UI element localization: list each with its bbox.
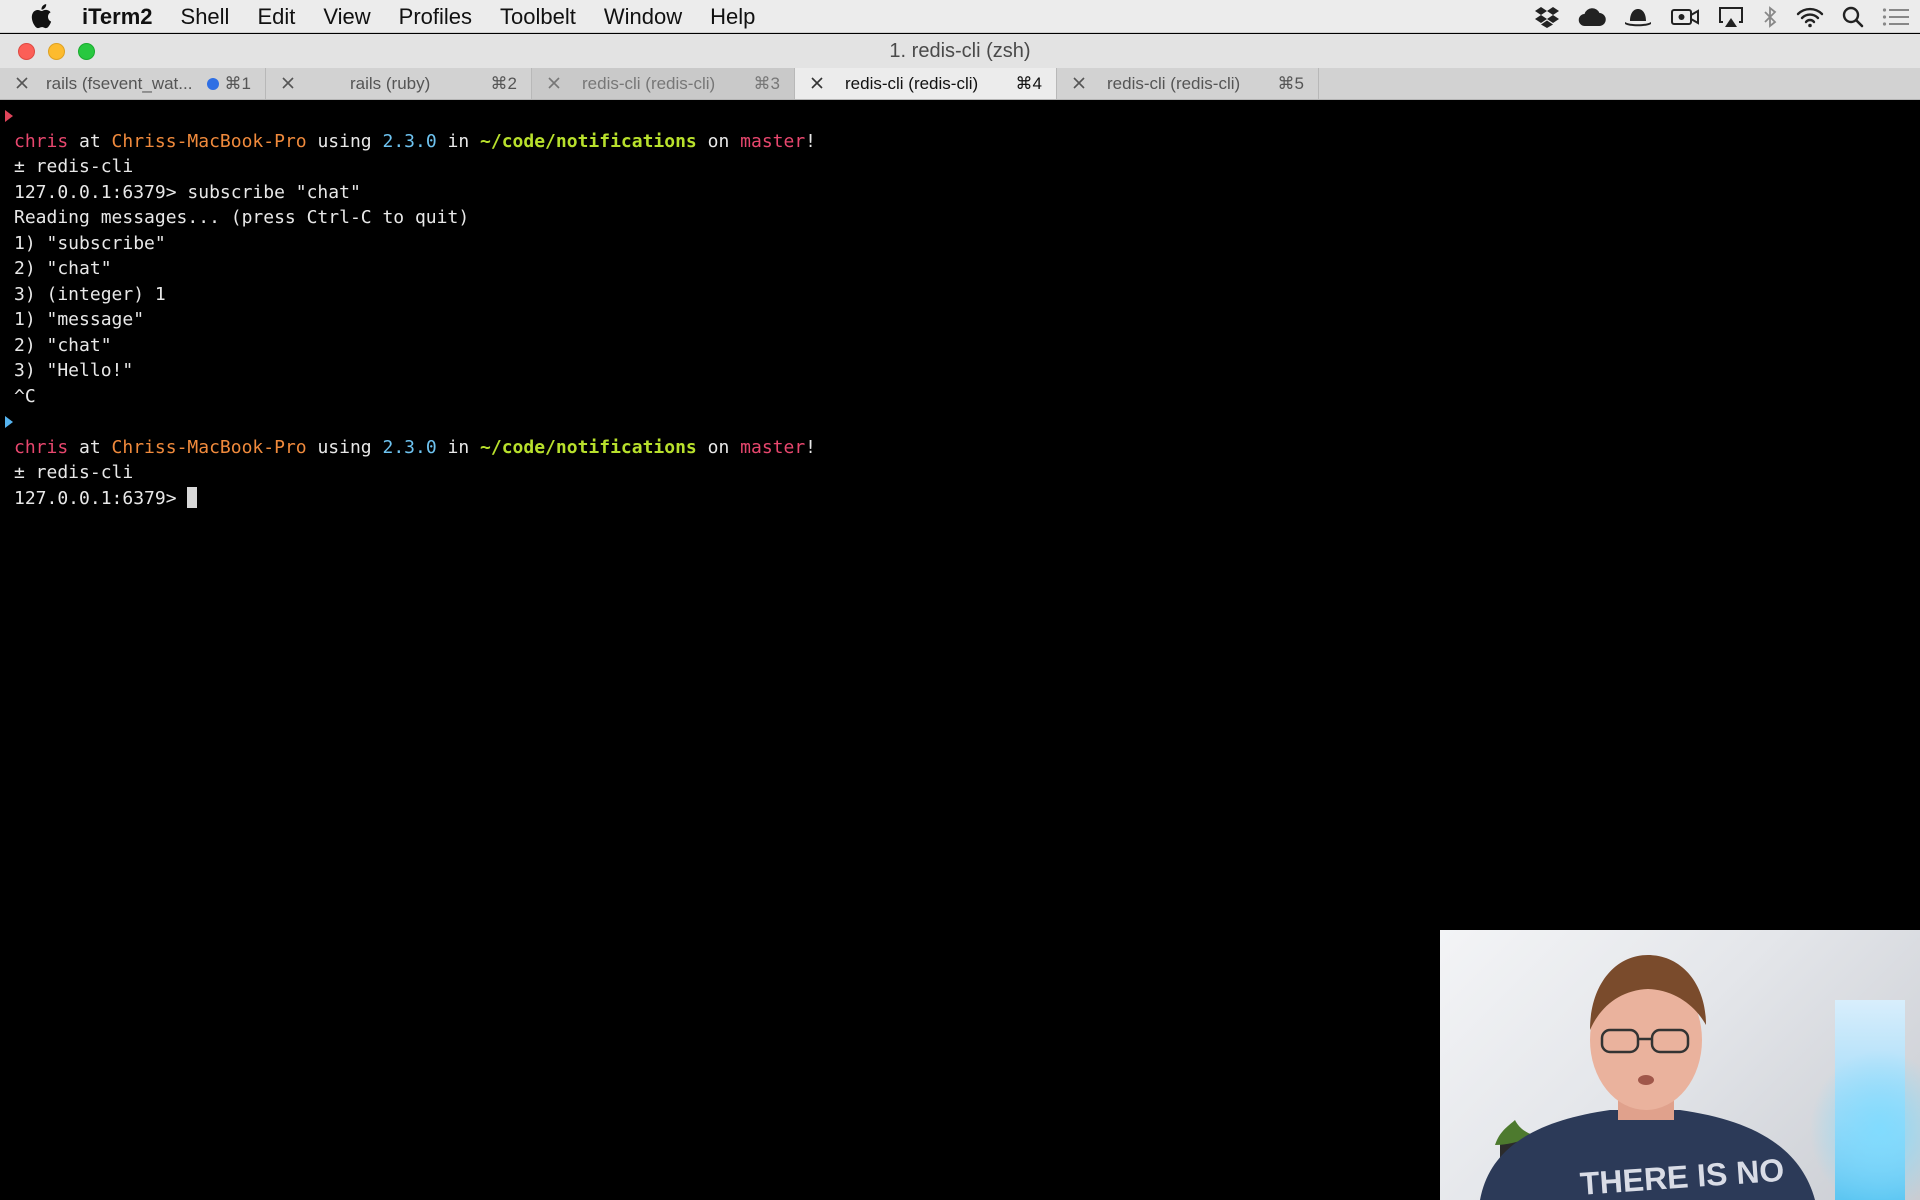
apple-icon[interactable]: [0, 3, 82, 29]
bluetooth-icon[interactable]: [1762, 5, 1778, 28]
dropbox-icon[interactable]: [1534, 6, 1560, 28]
output-line: ± redis-cli: [14, 462, 134, 483]
menu-help[interactable]: Help: [696, 0, 769, 33]
menu-shell[interactable]: Shell: [167, 0, 244, 33]
prompt-path: ~/code/notifications: [480, 131, 697, 152]
redis-prompt: 127.0.0.1:6379>: [14, 488, 188, 509]
prompt-path: ~/code/notifications: [480, 437, 697, 458]
prompt-text: !: [805, 437, 817, 458]
tab-1[interactable]: rails (fsevent_wat... ⌘1: [0, 68, 266, 99]
prompt-branch: master: [740, 131, 806, 152]
bowler-hat-icon[interactable]: [1624, 7, 1652, 27]
tab-shortcut: ⌘3: [753, 74, 780, 93]
output-line: 2) "chat": [14, 258, 112, 279]
airplay-icon[interactable]: [1718, 6, 1744, 28]
output-line: 127.0.0.1:6379> subscribe "chat": [14, 182, 361, 203]
close-icon[interactable]: [546, 75, 562, 91]
close-icon[interactable]: [809, 75, 825, 91]
activity-dot-icon: [207, 78, 219, 90]
prompt-text: in: [436, 131, 481, 152]
search-icon[interactable]: [1842, 6, 1864, 28]
output-line: 1) "message": [14, 309, 145, 330]
output-line: Reading messages... (press Ctrl-C to qui…: [14, 207, 470, 228]
output-line: ^C: [14, 386, 36, 407]
output-line: 2) "chat": [14, 335, 112, 356]
close-icon[interactable]: [1071, 75, 1087, 91]
prompt-host: Chriss-MacBook-Pro: [111, 437, 307, 458]
output-line: 3) (integer) 1: [14, 284, 166, 305]
close-icon[interactable]: [14, 75, 30, 91]
tab-label: rails (ruby): [350, 74, 431, 93]
text-cursor: [187, 487, 198, 508]
window-title-bar: 1. redis-cli (zsh): [0, 34, 1920, 68]
window-title: 1. redis-cli (zsh): [889, 40, 1031, 62]
prompt-user: chris: [14, 437, 69, 458]
webcam-overlay: THERE IS NO: [1440, 930, 1920, 1200]
menu-bar: iTerm2 Shell Edit View Profiles Toolbelt…: [0, 0, 1920, 33]
tab-label: redis-cli (redis-cli): [1107, 74, 1241, 93]
output-line: ± redis-cli: [14, 156, 134, 177]
prompt-text: on: [696, 131, 741, 152]
tab-shortcut: ⌘5: [1277, 74, 1304, 93]
prompt-text: using: [306, 437, 383, 458]
tab-5[interactable]: redis-cli (redis-cli) ⌘5: [1057, 68, 1319, 99]
tab-3[interactable]: redis-cli (redis-cli) ⌘3: [532, 68, 795, 99]
prompt-text: at: [68, 437, 112, 458]
menu-app-name[interactable]: iTerm2: [82, 0, 167, 33]
menu-view[interactable]: View: [309, 0, 384, 33]
tab-shortcut: ⌘1: [224, 74, 251, 93]
prompt-version: 2.3.0: [382, 437, 437, 458]
prompt-branch: master: [740, 437, 806, 458]
prompt-line: chris at Chriss-MacBook-Pro using 2.3.0 …: [14, 130, 816, 154]
prompt-mark-icon: [5, 110, 13, 122]
camera-icon[interactable]: [1670, 7, 1700, 27]
prompt-line: chris at Chriss-MacBook-Pro using 2.3.0 …: [14, 436, 816, 460]
tab-label: redis-cli (redis-cli): [582, 74, 716, 93]
prompt-text: !: [805, 131, 817, 152]
tab-label: redis-cli (redis-cli): [845, 74, 979, 93]
output-line: 3) "Hello!": [14, 360, 134, 381]
prompt-text: on: [696, 437, 741, 458]
output-line: 1) "subscribe": [14, 233, 166, 254]
tab-label: rails (fsevent_wat...: [46, 74, 193, 93]
wifi-icon[interactable]: [1796, 6, 1824, 28]
tab-shortcut: ⌘4: [1015, 74, 1042, 93]
status-icons: [1534, 0, 1910, 33]
menu-edit[interactable]: Edit: [243, 0, 309, 33]
prompt-user: chris: [14, 131, 69, 152]
prompt-host: Chriss-MacBook-Pro: [111, 131, 307, 152]
menu-toolbelt[interactable]: Toolbelt: [486, 0, 590, 33]
tab-4[interactable]: redis-cli (redis-cli) ⌘4: [795, 68, 1057, 99]
cloud-icon[interactable]: [1578, 7, 1606, 27]
tab-2[interactable]: rails (ruby) ⌘2: [266, 68, 532, 99]
prompt-mark-icon: [5, 416, 13, 428]
prompt-text: at: [68, 131, 112, 152]
prompt-text: in: [436, 437, 481, 458]
prompt-text: using: [306, 131, 383, 152]
notification-list-icon[interactable]: [1882, 7, 1910, 27]
tab-shortcut: ⌘2: [490, 74, 517, 93]
prompt-version: 2.3.0: [382, 131, 437, 152]
tab-bar: rails (fsevent_wat... ⌘1 rails (ruby) ⌘2…: [0, 68, 1920, 100]
input-line[interactable]: 127.0.0.1:6379>: [14, 487, 198, 511]
menu-profiles[interactable]: Profiles: [385, 0, 486, 33]
presenter-video: THERE IS NO: [1480, 955, 1920, 1200]
close-icon[interactable]: [280, 75, 296, 91]
menu-window[interactable]: Window: [590, 0, 696, 33]
